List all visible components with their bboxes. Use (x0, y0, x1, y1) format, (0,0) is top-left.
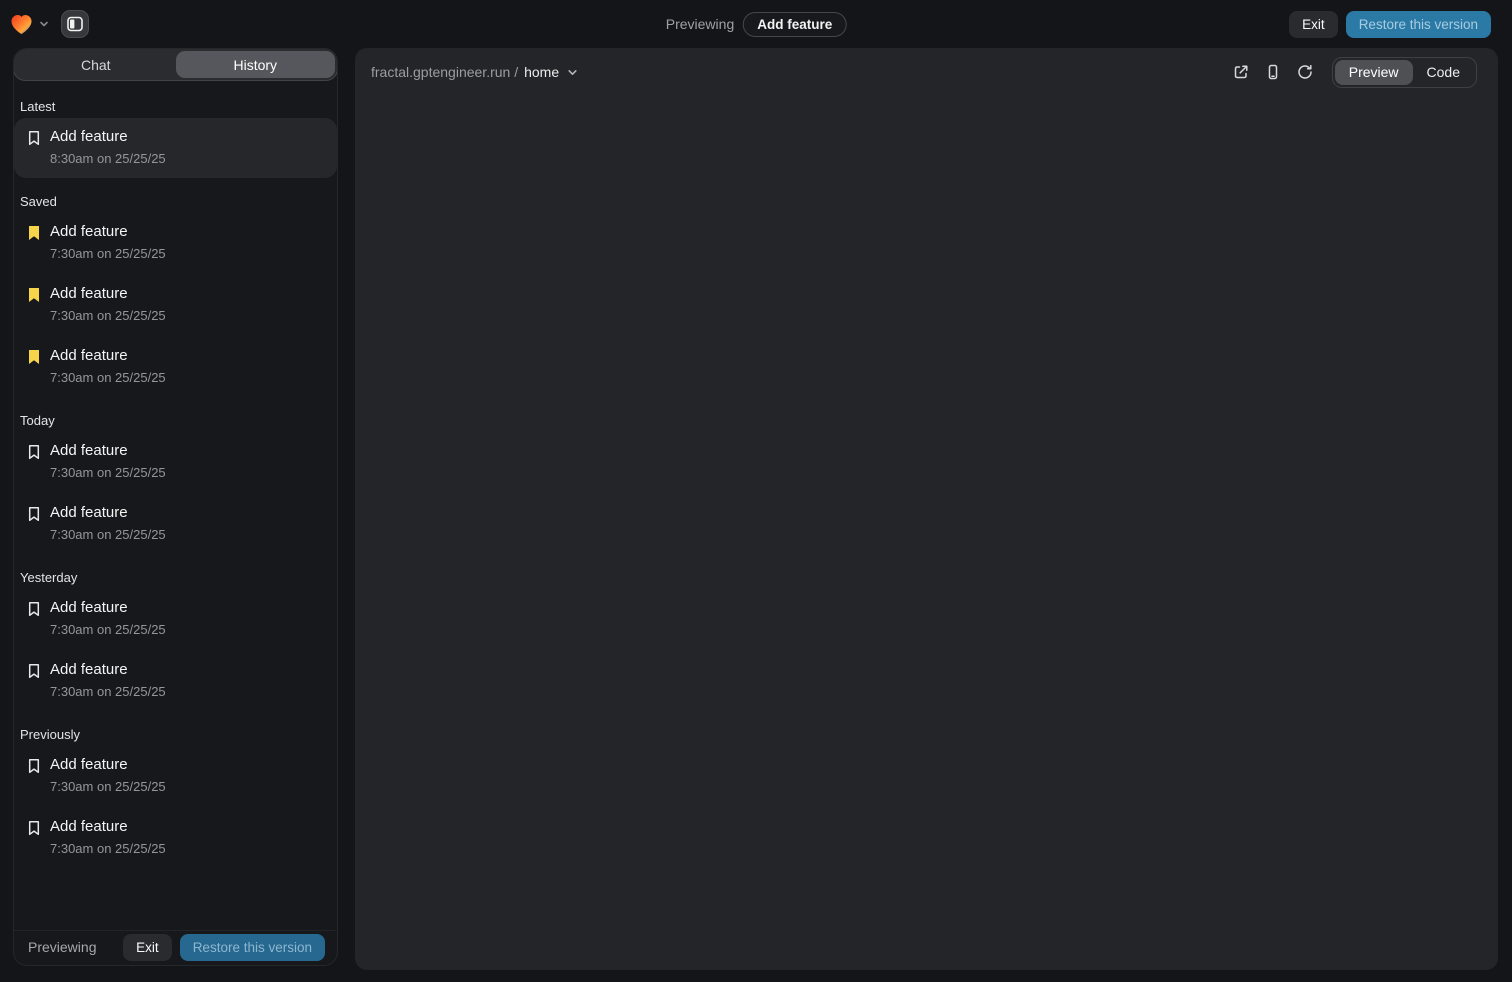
history-item[interactable]: Add feature 7:30am on 25/25/25 (14, 746, 337, 806)
lovable-heart-icon[interactable] (10, 14, 33, 35)
preview-url-selector[interactable]: fractal.gptengineer.run / home (371, 64, 578, 80)
sidebar-footer: Previewing Exit Restore this version (14, 930, 337, 965)
history-item-timestamp: 8:30am on 25/25/25 (50, 151, 321, 167)
history-item-title: Add feature (50, 442, 321, 460)
history-item-timestamp: 7:30am on 25/25/25 (50, 684, 321, 700)
history-list[interactable]: Latest Add feature 8:30am on 25/25/25 Saved… (14, 81, 337, 930)
bookmark-outline-icon (27, 444, 41, 460)
history-item-title: Add feature (50, 661, 321, 679)
url-domain: fractal.gptengineer.run / (371, 64, 518, 80)
bookmark-filled-icon (27, 225, 41, 241)
open-in-new-tab-icon (1233, 64, 1249, 80)
section-label: Previously (20, 727, 331, 742)
bookmark-filled-icon (27, 287, 41, 303)
chevron-down-icon[interactable] (39, 19, 49, 29)
sidebar-toggle-icon (67, 16, 83, 32)
toggle-preview[interactable]: Preview (1335, 60, 1413, 85)
section-label: Latest (20, 99, 331, 114)
history-item[interactable]: Add feature 7:30am on 25/25/25 (14, 589, 337, 649)
history-item[interactable]: Add feature 7:30am on 25/25/25 (14, 651, 337, 711)
section-label: Yesterday (20, 570, 331, 585)
topbar: Previewing Add feature Exit Restore this… (0, 0, 1512, 48)
bookmark-outline-icon (27, 663, 41, 679)
history-item-timestamp: 7:30am on 25/25/25 (50, 779, 321, 795)
history-item[interactable]: Add feature 8:30am on 25/25/25 (14, 118, 337, 178)
history-item-timestamp: 7:30am on 25/25/25 (50, 308, 321, 324)
history-item-timestamp: 7:30am on 25/25/25 (50, 465, 321, 481)
preview-topbar: fractal.gptengineer.run / home (355, 48, 1498, 96)
bookmark-outline-icon (27, 506, 41, 522)
preview-actions (1228, 59, 1318, 85)
chat-history-tab-switcher: Chat History (13, 48, 338, 81)
footer-exit-button[interactable]: Exit (123, 934, 172, 961)
bookmark-filled-icon (27, 349, 41, 365)
url-chevron-down-icon (567, 67, 578, 78)
history-item-title: Add feature (50, 347, 321, 365)
footer-previewing-label: Previewing (28, 939, 96, 955)
preview-content (355, 96, 1498, 970)
section-label: Today (20, 413, 331, 428)
refresh-icon (1297, 64, 1313, 80)
history-item[interactable]: Add feature 7:30am on 25/25/25 (14, 808, 337, 868)
mobile-view-button[interactable] (1260, 59, 1286, 85)
mobile-preview-icon (1265, 64, 1281, 80)
bookmark-outline-icon (27, 130, 41, 146)
section-label: Saved (20, 194, 331, 209)
exit-button[interactable]: Exit (1289, 11, 1338, 38)
history-item-timestamp: 7:30am on 25/25/25 (50, 622, 321, 638)
history-item-timestamp: 7:30am on 25/25/25 (50, 841, 321, 857)
preview-panel: fractal.gptengineer.run / home (355, 48, 1498, 970)
logo-area (10, 0, 89, 48)
url-page: home (524, 64, 559, 80)
history-item-timestamp: 7:30am on 25/25/25 (50, 246, 321, 262)
history-item-title: Add feature (50, 818, 321, 836)
history-item-title: Add feature (50, 285, 321, 303)
history-item-title: Add feature (50, 128, 321, 146)
bookmark-outline-icon (27, 820, 41, 836)
open-in-new-tab-button[interactable] (1228, 59, 1254, 85)
footer-restore-version-button[interactable]: Restore this version (180, 934, 325, 961)
history-item[interactable]: Add feature 7:30am on 25/25/25 (14, 432, 337, 492)
tab-history[interactable]: History (176, 51, 336, 78)
history-item[interactable]: Add feature 7:30am on 25/25/25 (14, 337, 337, 397)
toggle-code[interactable]: Code (1413, 60, 1474, 85)
topbar-center: Previewing Add feature (666, 0, 847, 48)
tab-chat[interactable]: Chat (16, 51, 176, 78)
version-badge: Add feature (743, 12, 846, 37)
history-item[interactable]: Add feature 7:30am on 25/25/25 (14, 275, 337, 335)
preview-code-toggle: Preview Code (1332, 57, 1477, 88)
bookmark-outline-icon (27, 758, 41, 774)
restore-version-button[interactable]: Restore this version (1346, 11, 1491, 38)
previewing-label: Previewing (666, 16, 734, 32)
history-item-timestamp: 7:30am on 25/25/25 (50, 527, 321, 543)
topbar-actions: Exit Restore this version (1289, 0, 1491, 48)
refresh-button[interactable] (1292, 59, 1318, 85)
history-item[interactable]: Add feature 7:30am on 25/25/25 (14, 213, 337, 273)
history-item-title: Add feature (50, 504, 321, 522)
history-item-title: Add feature (50, 223, 321, 241)
sidebar-toggle-button[interactable] (61, 10, 89, 38)
history-item-title: Add feature (50, 599, 321, 617)
bookmark-outline-icon (27, 601, 41, 617)
history-item[interactable]: Add feature 7:30am on 25/25/25 (14, 494, 337, 554)
history-item-timestamp: 7:30am on 25/25/25 (50, 370, 321, 386)
history-sidebar: Chat History Latest Add feature 8:30am on … (13, 48, 338, 966)
history-item-title: Add feature (50, 756, 321, 774)
